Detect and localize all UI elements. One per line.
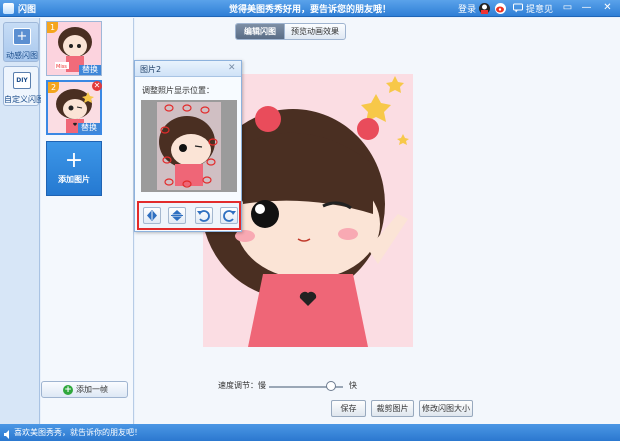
speed-slider-knob[interactable]	[326, 381, 337, 391]
status-bar: 喜欢美图秀秀，就告诉你的朋友吧！	[0, 424, 620, 441]
window-title: 闪图	[18, 5, 37, 15]
title-bar: 闪图 觉得美图秀秀好用，要告诉您的朋友哦！ 登录 提意见 ▭ — ✕	[0, 0, 620, 17]
replace-button[interactable]: 替换	[78, 123, 100, 133]
panel-image-preview[interactable]	[141, 100, 237, 192]
user-avatar-icon[interactable]	[479, 3, 490, 14]
tab-custom-flash[interactable]: DIY 自定义闪图	[3, 66, 44, 106]
panel-close-icon[interactable]: ✕	[228, 63, 236, 73]
app-logo-icon	[3, 3, 14, 14]
flip-vertical-icon[interactable]	[168, 207, 186, 224]
close-button[interactable]: ✕	[600, 1, 615, 15]
status-text[interactable]: 喜欢美图秀秀，就告诉你的朋友吧！	[14, 424, 142, 441]
tab-edit-flash[interactable]: 编辑闪图	[236, 24, 284, 39]
flip-horizontal-icon[interactable]	[143, 207, 161, 224]
add-image-label: 添加图片	[58, 175, 90, 184]
plus-icon: +	[64, 148, 84, 173]
delete-frame-icon[interactable]: ✕	[92, 81, 102, 91]
svg-text:Miss: Miss	[56, 64, 67, 70]
rotate-right-icon[interactable]	[220, 207, 238, 224]
tab-preview-animation[interactable]: 预览动画效果	[284, 24, 345, 39]
tab-motion-flash-label: 动感闪图	[6, 51, 38, 60]
diy-icon: DIY	[13, 72, 31, 89]
speed-fast-label: 快	[349, 381, 357, 390]
transform-toolbar	[137, 201, 241, 230]
frame-thumbnail-1[interactable]: 1 Miss 替换	[46, 21, 102, 76]
add-motion-icon: +	[13, 28, 31, 45]
minimize-button[interactable]: —	[579, 1, 594, 15]
panel-title: 图片2	[140, 65, 162, 74]
login-link[interactable]: 登录	[458, 2, 476, 15]
panel-description: 调整照片显示位置：	[142, 86, 214, 95]
weibo-icon[interactable]	[495, 3, 506, 14]
add-frame-label: 添加一帧	[76, 385, 108, 394]
tab-custom-flash-label: 自定义闪图	[4, 95, 44, 104]
speed-label: 速度调节：慢	[218, 381, 266, 390]
feedback-link[interactable]: 提意见	[526, 2, 553, 15]
replace-button[interactable]: 替换	[79, 65, 101, 75]
crop-image-button[interactable]: 裁剪图片	[371, 400, 414, 417]
save-button[interactable]: 保存	[331, 400, 366, 417]
feedback-icon[interactable]	[513, 3, 523, 13]
add-frame-icon: +	[63, 385, 73, 395]
frame-list: 1 Miss 替换 2 替换 ✕ + 添加图片 + 添加一帧	[41, 18, 134, 424]
resize-flash-button[interactable]: 修改闪图大小	[419, 400, 473, 417]
view-tabs: 编辑闪图 预览动画效果	[235, 23, 346, 40]
add-frame-button[interactable]: + 添加一帧	[41, 381, 128, 398]
tab-motion-flash[interactable]: + 动感闪图	[3, 22, 39, 62]
mode-tabs: + 动感闪图 DIY 自定义闪图	[0, 18, 44, 424]
speaker-icon	[4, 428, 12, 439]
restore-button[interactable]: ▭	[560, 1, 575, 15]
image-adjust-panel: 图片2 ✕ 调整照片显示位置：	[134, 60, 242, 232]
panel-preview-image	[141, 100, 237, 192]
add-image-button[interactable]: + 添加图片	[46, 141, 102, 196]
rotate-left-icon[interactable]	[195, 207, 213, 224]
